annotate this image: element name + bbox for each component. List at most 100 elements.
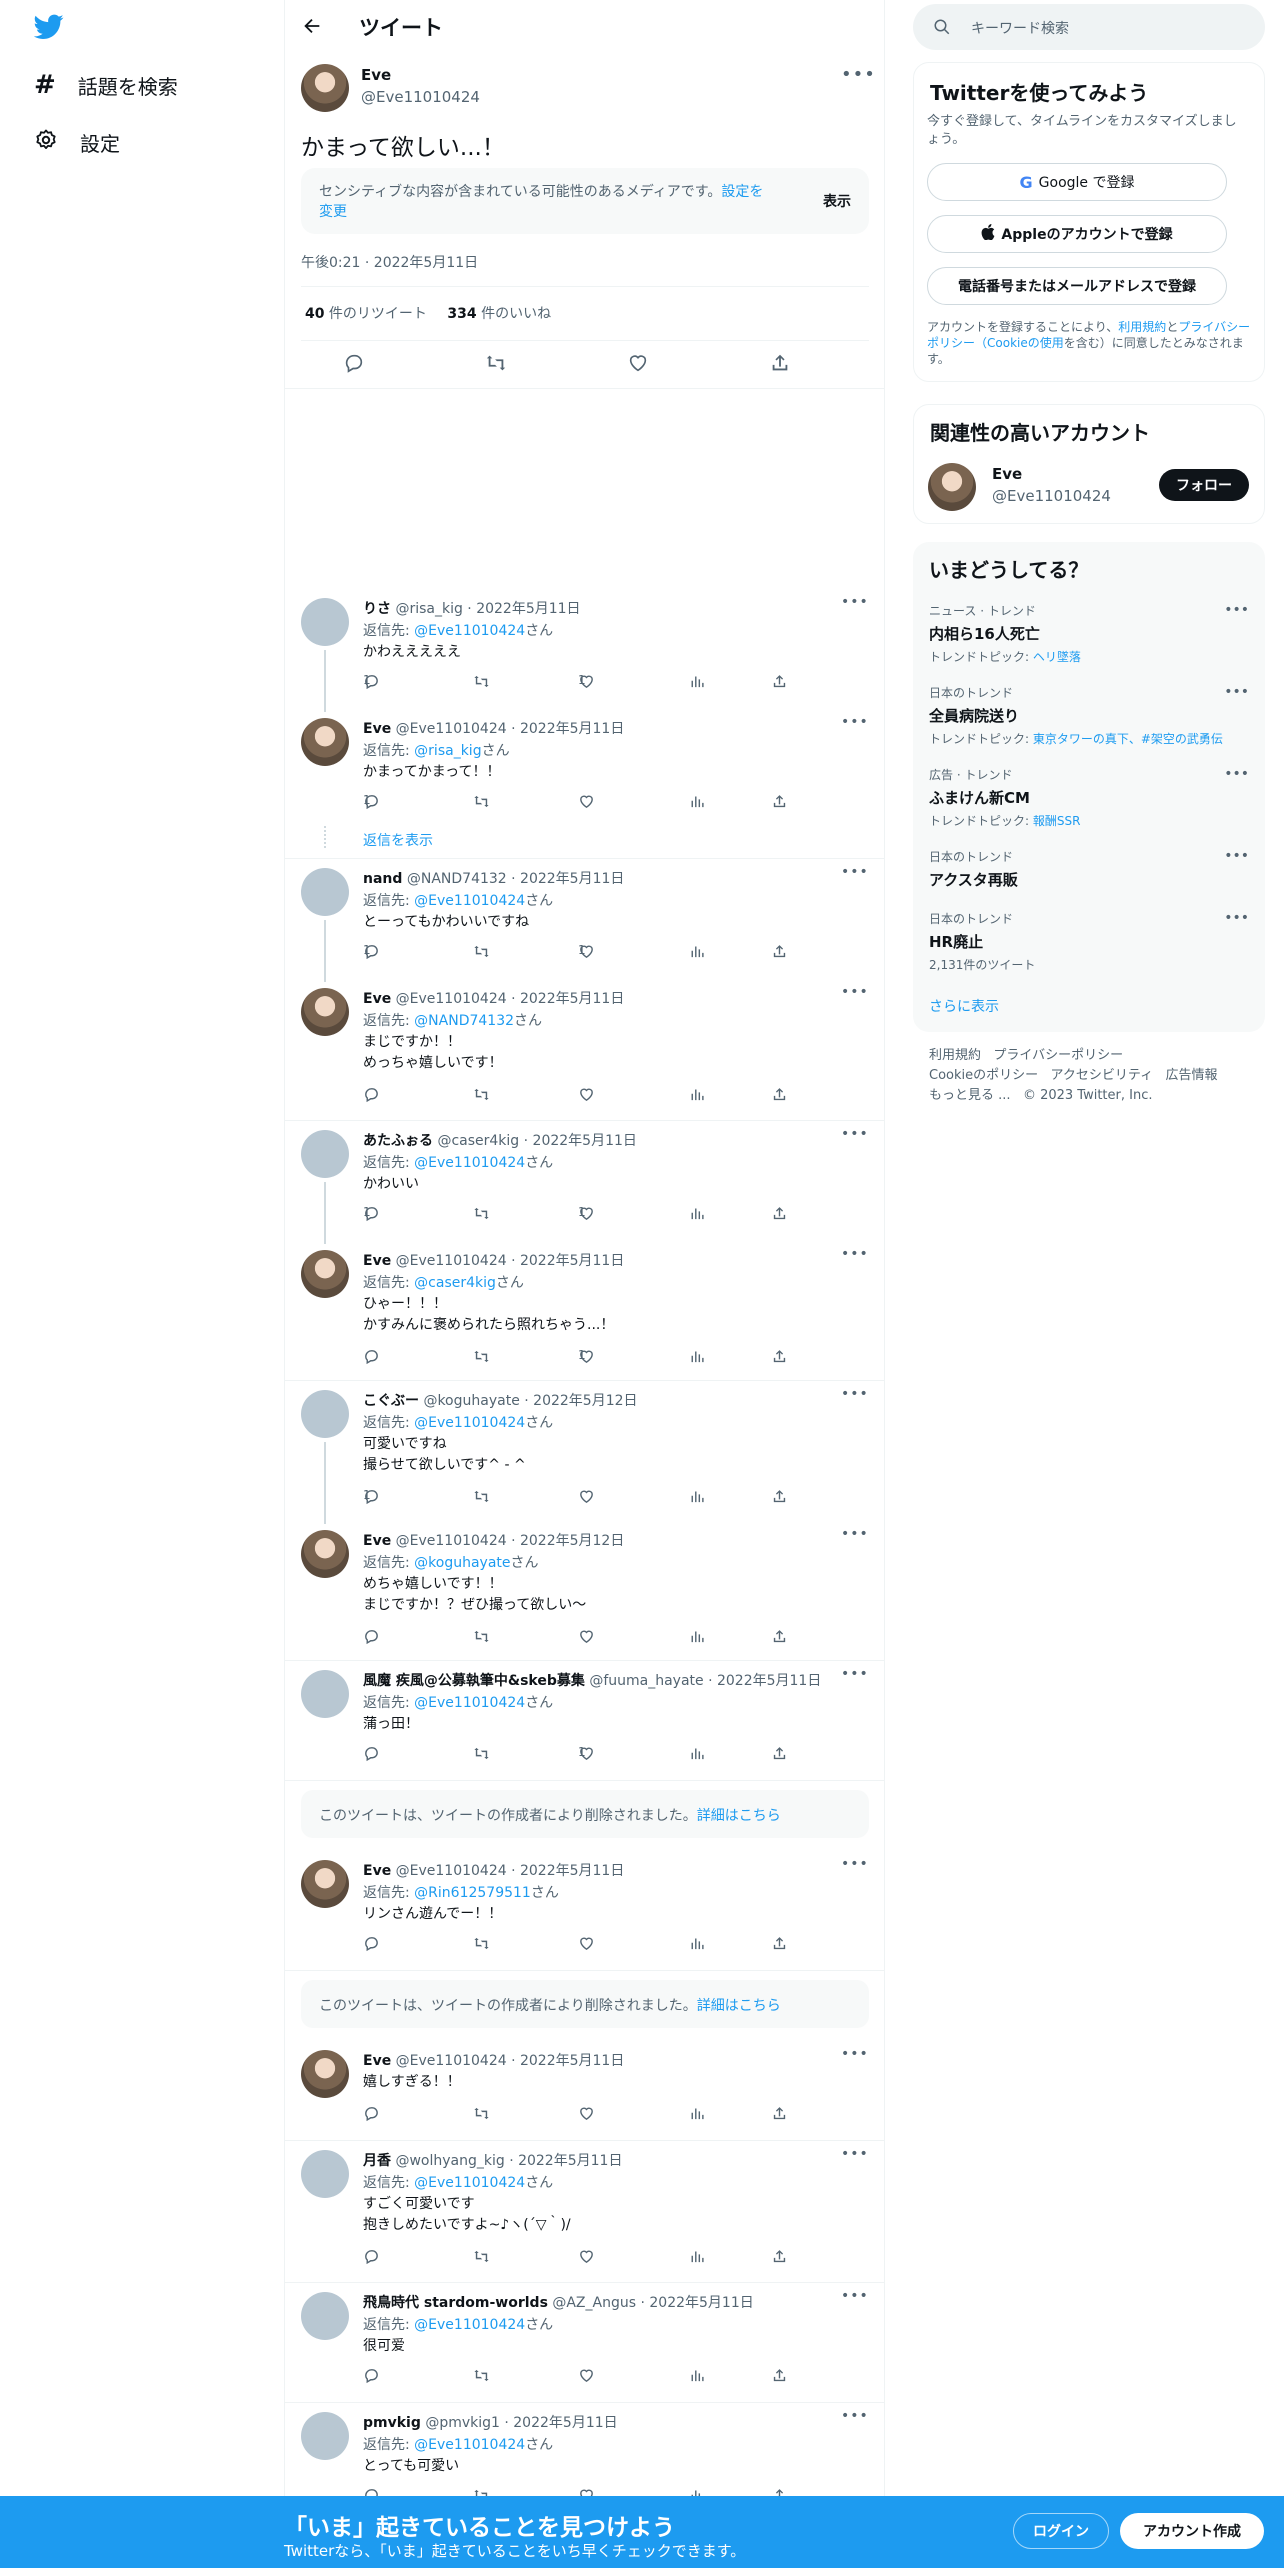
like-icon[interactable] [578, 1488, 595, 1505]
reply-to-handle[interactable]: @NAND74132 [414, 1013, 514, 1029]
views-icon[interactable] [688, 793, 705, 810]
related-name[interactable]: Eve [992, 465, 1022, 483]
more-icon[interactable]: ••• [841, 1526, 869, 1542]
reply-author-name[interactable]: Eve [363, 1863, 391, 1879]
avatar[interactable] [928, 463, 976, 511]
retweet-icon[interactable] [473, 1348, 490, 1365]
reply-icon[interactable] [363, 1348, 380, 1365]
reply-icon[interactable] [343, 352, 365, 378]
reply-meta[interactable]: @Eve11010424 · 2022年5月11日 [396, 1863, 625, 1879]
avatar[interactable] [301, 2412, 349, 2460]
more-icon[interactable]: ••• [841, 2288, 869, 2304]
views-icon[interactable] [688, 1745, 705, 1762]
reply-to-handle[interactable]: @Eve11010424 [414, 893, 525, 909]
show-media-button[interactable]: 表示 [823, 191, 851, 211]
views-icon[interactable] [688, 1628, 705, 1645]
more-icon[interactable]: ••• [841, 1386, 869, 1402]
avatar[interactable] [301, 598, 349, 646]
share-icon[interactable] [771, 1628, 788, 1645]
reply-icon[interactable] [363, 1935, 380, 1952]
reply-to-handle[interactable]: @Eve11010424 [414, 1415, 525, 1431]
avatar[interactable] [301, 1130, 349, 1178]
share-icon[interactable] [771, 1205, 788, 1222]
trend-item[interactable]: ニュース · トレンド 内相ら16人死亡 トレンドトピック: ヘリ墜落 ••• [929, 602, 1249, 665]
more-icon[interactable]: ••• [841, 594, 869, 610]
like-icon[interactable] [578, 1935, 595, 1952]
reply-meta[interactable]: @risa_kig · 2022年5月11日 [395, 601, 580, 617]
reply-icon[interactable]: 1 [363, 1488, 380, 1505]
reply-author-name[interactable]: 風魔 疾風@公募執筆中&skeb募集 [363, 1673, 585, 1689]
reply-meta[interactable]: @koguhayate · 2022年5月12日 [423, 1393, 637, 1409]
more-icon[interactable]: ••• [841, 984, 869, 1000]
avatar[interactable] [301, 718, 349, 766]
related-handle[interactable]: @Eve11010424 [992, 487, 1111, 505]
reply-tweet[interactable]: 飛鳥時代 stardom-worlds @AZ_Angus · 2022年5月1… [285, 2288, 885, 2389]
trend-item[interactable]: 日本のトレンド アクスタ再販 ••• [929, 848, 1249, 890]
reply-author-name[interactable]: nand [363, 871, 402, 887]
avatar[interactable] [301, 64, 349, 112]
views-icon[interactable] [688, 1348, 705, 1365]
more-icon[interactable]: ••• [841, 2046, 869, 2062]
reply-meta[interactable]: @Eve11010424 · 2022年5月11日 [396, 1253, 625, 1269]
retweet-icon[interactable] [473, 1205, 490, 1222]
details-link[interactable]: 詳細はこちら [697, 1998, 781, 2014]
twitter-logo-icon[interactable] [33, 14, 64, 44]
search-input[interactable]: キーワード検索 [971, 18, 1069, 38]
more-icon[interactable]: ••• [1224, 602, 1249, 618]
like-icon[interactable] [578, 1086, 595, 1103]
reply-icon[interactable]: 1 [363, 793, 380, 810]
reply-to-handle[interactable]: @koguhayate [414, 1555, 510, 1571]
like-icon[interactable] [627, 352, 649, 378]
reply-tweet[interactable]: nand @NAND74132 · 2022年5月11日 ••• 返信先: @Eve… [285, 864, 885, 965]
reply-icon[interactable]: 1 [363, 943, 380, 960]
search-box[interactable]: キーワード検索 [913, 4, 1265, 50]
views-icon[interactable] [688, 1935, 705, 1952]
share-icon[interactable] [771, 673, 788, 690]
like-icon[interactable]: 1 [578, 673, 595, 690]
reply-to-handle[interactable]: @Eve11010424 [414, 623, 525, 639]
reply-icon[interactable] [363, 2367, 380, 2384]
signup-button[interactable]: アカウント作成 [1120, 2513, 1264, 2549]
share-icon[interactable] [771, 1086, 788, 1103]
retweet-icon[interactable] [473, 1628, 490, 1645]
views-icon[interactable] [688, 673, 705, 690]
reply-author-name[interactable]: pmvkig [363, 2415, 421, 2431]
reply-icon[interactable]: 1 [363, 673, 380, 690]
reply-author-name[interactable]: Eve [363, 1533, 391, 1549]
reply-author-name[interactable]: 飛鳥時代 stardom-worlds [363, 2295, 548, 2311]
reply-icon[interactable] [363, 1628, 380, 1645]
more-icon[interactable]: ••• [1224, 848, 1249, 864]
more-icon[interactable]: ••• [841, 864, 869, 880]
views-icon[interactable] [688, 2248, 705, 2265]
views-icon[interactable] [688, 2105, 705, 2122]
reply-meta[interactable]: @Eve11010424 · 2022年5月12日 [396, 1533, 625, 1549]
like-stat[interactable]: 334 件のいいね [447, 306, 551, 322]
reply-meta[interactable]: @Eve11010424 · 2022年5月11日 [396, 721, 625, 737]
avatar[interactable] [301, 1860, 349, 1908]
share-icon[interactable] [771, 2105, 788, 2122]
like-icon[interactable] [578, 2105, 595, 2122]
trend-topic-link[interactable]: ヘリ墜落 [1033, 650, 1081, 664]
share-icon[interactable] [771, 1348, 788, 1365]
reply-to-handle[interactable]: @Eve11010424 [414, 2437, 525, 2453]
reply-to-handle[interactable]: @Eve11010424 [414, 1695, 525, 1711]
back-arrow-icon[interactable] [301, 15, 323, 41]
reply-to-handle[interactable]: @risa_kig [414, 743, 481, 759]
footer-privacy[interactable]: プライバシーポリシー [993, 1048, 1123, 1063]
reply-meta[interactable]: @wolhyang_kig · 2022年5月11日 [395, 2153, 622, 2169]
retweet-icon[interactable] [473, 2105, 490, 2122]
like-icon[interactable] [578, 1628, 595, 1645]
show-more-link[interactable]: さらに表示 [929, 996, 999, 1016]
reply-tweet[interactable]: 風魔 疾風@公募執筆中&skeb募集 @fuuma_hayate · 2022年… [285, 1666, 885, 1767]
share-icon[interactable] [771, 943, 788, 960]
retweet-icon[interactable] [473, 943, 490, 960]
reply-author-name[interactable]: 月香 [363, 2153, 391, 2169]
reply-author-name[interactable]: あたふぉる [363, 1133, 433, 1149]
avatar[interactable] [301, 1390, 349, 1438]
reply-meta[interactable]: @Eve11010424 · 2022年5月11日 [396, 2053, 625, 2069]
share-icon[interactable] [771, 1488, 788, 1505]
share-icon[interactable] [771, 1745, 788, 1762]
footer-ads[interactable]: 広告情報 [1166, 1068, 1218, 1083]
retweet-icon[interactable] [473, 2367, 490, 2384]
share-icon[interactable] [771, 2367, 788, 2384]
